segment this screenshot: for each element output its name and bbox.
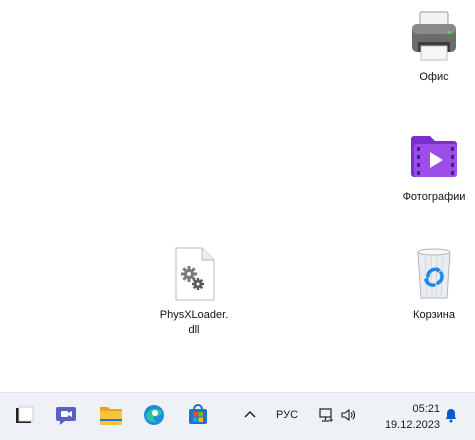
network-icon: [318, 407, 334, 428]
volume-icon: [340, 407, 356, 428]
chevron-up-icon: [243, 408, 257, 427]
printer-icon: [406, 8, 462, 64]
start-button[interactable]: [8, 401, 40, 433]
show-hidden-icons-button[interactable]: [234, 401, 266, 433]
start-icon: [13, 404, 35, 431]
desktop-icon-label: Офис: [419, 71, 449, 83]
store-button[interactable]: [182, 401, 214, 433]
file-explorer-button[interactable]: [95, 401, 127, 433]
language-label: РУС: [276, 409, 299, 421]
desktop-icon-label: Корзина: [413, 309, 455, 321]
recycle-bin-icon: [406, 246, 462, 302]
clock-date: 19.12.2023: [384, 419, 440, 431]
teams-chat-icon: [54, 403, 78, 432]
file-explorer-icon: [98, 403, 124, 432]
desktop-icon-physxloader-dll[interactable]: PhysXLoader. dll: [154, 246, 234, 338]
teams-chat-button[interactable]: [50, 401, 82, 433]
clock[interactable]: 05:21 19.12.2023: [366, 401, 440, 433]
desktop-icon-label: Фотографии: [402, 191, 466, 203]
edge-button[interactable]: [138, 401, 170, 433]
taskbar: РУС 05:21 19.12.2023: [0, 392, 475, 440]
notifications-button[interactable]: [438, 401, 464, 433]
desktop-icon-office[interactable]: Офис: [394, 8, 474, 85]
input-language-indicator[interactable]: РУС: [276, 409, 298, 421]
network-volume-button[interactable]: [314, 401, 360, 433]
dll-file-icon: [166, 246, 222, 302]
store-icon: [186, 403, 210, 432]
desktop: Офис Фотографии PhysXLoader. dll Корзина: [0, 0, 475, 392]
desktop-icon-photos[interactable]: Фотографии: [394, 128, 474, 205]
edge-icon: [142, 403, 166, 432]
photos-video-icon: [406, 128, 462, 184]
desktop-icon-recycle-bin[interactable]: Корзина: [394, 246, 474, 323]
desktop-icon-label: PhysXLoader. dll: [159, 309, 229, 336]
bell-icon: [443, 407, 459, 428]
clock-time: 05:21: [412, 403, 440, 415]
